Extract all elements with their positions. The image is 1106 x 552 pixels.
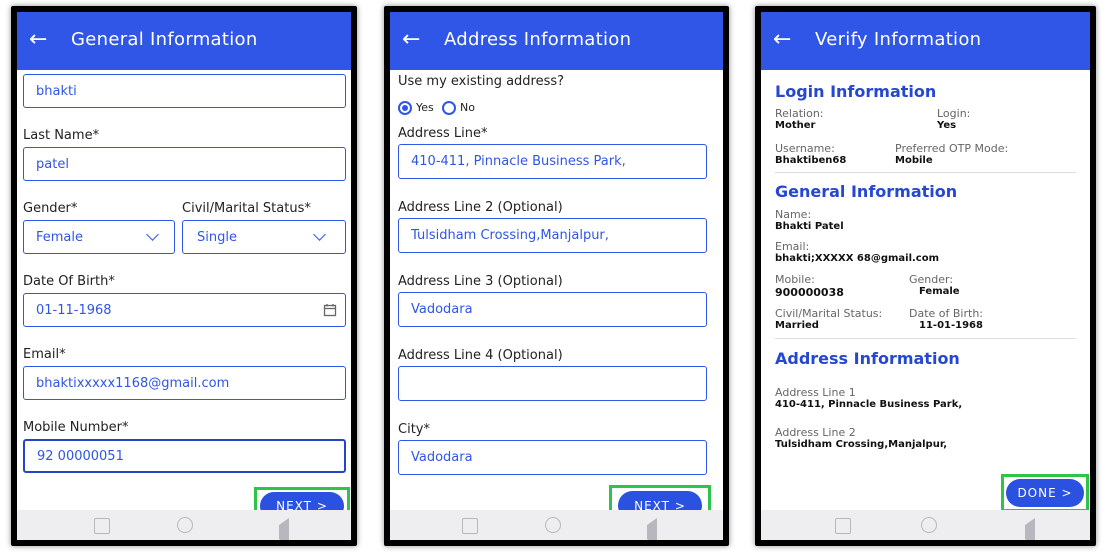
mobile-value: 900000038 <box>775 286 844 299</box>
email-value: bhakti;XXXXX 68@gmail.com <box>775 253 940 264</box>
android-nav-bar <box>17 510 351 540</box>
back-arrow-icon[interactable]: ← <box>402 26 420 54</box>
address-line-3-label: Address Line 3 (Optional) <box>398 274 563 289</box>
last-name-field[interactable]: patel <box>23 147 346 181</box>
gender-value: Female <box>36 229 84 245</box>
mobile-key: Mobile: <box>775 273 815 286</box>
address-line-3-field[interactable]: Vadodara <box>398 292 707 327</box>
gender-key: Gender: <box>909 273 954 286</box>
section-divider <box>775 338 1076 339</box>
dob-key: Date of Birth: <box>909 307 984 320</box>
recent-apps-square-icon[interactable] <box>835 518 851 534</box>
screen-title: Verify Information <box>815 29 982 50</box>
done-button[interactable]: DONE > <box>1006 479 1084 507</box>
relation-value: Mother <box>775 120 816 131</box>
email-field[interactable]: bhaktixxxxx1168@gmail.com <box>23 366 346 400</box>
last-name-label: Last Name* <box>23 128 100 143</box>
address-line-1-label: Address Line* <box>398 126 488 141</box>
back-triangle-icon[interactable] <box>1011 518 1035 540</box>
name-key: Name: <box>775 208 812 221</box>
relation-key: Relation: <box>775 107 824 120</box>
address-line-2-field[interactable]: Tulsidham Crossing,Manjalpur, <box>398 218 707 253</box>
mobile-label: Mobile Number* <box>23 420 129 435</box>
app-bar: ← Address Information <box>390 12 723 70</box>
dob-field[interactable]: 01-11-1968 <box>23 293 346 327</box>
login-key: Login: <box>937 107 971 120</box>
address-info-heading: Address Information <box>775 349 960 368</box>
civil-status-value: Married <box>775 320 819 331</box>
login-info-heading: Login Information <box>775 82 937 101</box>
screen-general-information: ← General Information bhakti Last Name* … <box>17 12 351 540</box>
gender-label: Gender* <box>23 201 78 216</box>
name-value: Bhakti Patel <box>775 221 844 232</box>
yes-radio[interactable] <box>398 101 412 115</box>
phone-general-information: ← General Information bhakti Last Name* … <box>11 6 357 546</box>
address-line-4-field[interactable] <box>398 366 707 401</box>
civil-status-value: Single <box>197 229 237 245</box>
screen-address-information: ← Address Information Use my existing ad… <box>390 12 723 540</box>
no-radio-label: No <box>460 101 475 114</box>
screen-verify-information: ← Verify Information Login Information R… <box>761 12 1090 540</box>
summary-content: Login Information Relation: Mother Login… <box>761 70 1090 512</box>
city-field[interactable]: Vadodara <box>398 440 707 475</box>
screen-title: Address Information <box>444 29 632 50</box>
address-line-1-key: Address Line 1 <box>775 386 856 399</box>
email-key: Email: <box>775 240 810 253</box>
existing-address-question: Use my existing address? <box>398 74 565 89</box>
app-bar: ← Verify Information <box>761 12 1090 70</box>
home-circle-icon[interactable] <box>921 517 937 533</box>
chevron-down-icon <box>146 228 159 241</box>
dob-label: Date Of Birth* <box>23 274 115 289</box>
calendar-icon[interactable] <box>323 303 337 317</box>
address-line-2-label: Address Line 2 (Optional) <box>398 200 563 215</box>
android-nav-bar <box>761 510 1090 540</box>
back-triangle-icon[interactable] <box>633 518 657 540</box>
address-line-2-key: Address Line 2 <box>775 426 856 439</box>
first-name-field[interactable]: bhakti <box>23 74 346 108</box>
form-content: bhakti Last Name* patel Gender* Civil/Ma… <box>17 70 351 525</box>
dob-value: 01-11-1968 <box>36 302 112 318</box>
city-label: City* <box>398 422 430 437</box>
general-info-heading: General Information <box>775 182 958 201</box>
app-bar: ← General Information <box>17 12 351 70</box>
address-line-1-field[interactable]: 410-411, Pinnacle Business Park, <box>398 144 707 179</box>
home-circle-icon[interactable] <box>177 517 193 533</box>
recent-apps-square-icon[interactable] <box>94 518 110 534</box>
section-divider <box>775 172 1076 173</box>
address-line-2-value: Tulsidham Crossing,Manjalpur, <box>775 439 948 450</box>
gender-dropdown[interactable]: Female <box>23 220 175 254</box>
civil-status-key: Civil/Marital Status: <box>775 307 883 320</box>
phone-address-information: ← Address Information Use my existing ad… <box>384 6 729 546</box>
chevron-down-icon <box>313 228 326 241</box>
username-key: Username: <box>775 142 835 155</box>
back-triangle-icon[interactable] <box>265 518 289 540</box>
address-line-4-label: Address Line 4 (Optional) <box>398 348 563 363</box>
yes-radio-label: Yes <box>416 101 434 114</box>
otp-mode-key: Preferred OTP Mode: <box>895 142 1009 155</box>
otp-mode-value: Mobile <box>895 155 933 166</box>
civil-status-dropdown[interactable]: Single <box>182 220 346 254</box>
address-line-1-value: 410-411, Pinnacle Business Park, <box>775 399 963 410</box>
form-content: Use my existing address? Yes No Address … <box>390 70 723 527</box>
back-arrow-icon[interactable]: ← <box>29 26 47 54</box>
screen-title: General Information <box>71 29 258 50</box>
home-circle-icon[interactable] <box>545 517 561 533</box>
civil-status-label: Civil/Marital Status* <box>182 201 311 216</box>
dob-value: 11-01-1968 <box>919 320 983 331</box>
phone-verify-information: ← Verify Information Login Information R… <box>755 6 1096 546</box>
login-value: Yes <box>937 120 957 131</box>
mobile-field[interactable]: 92 00000051 <box>23 439 346 473</box>
back-arrow-icon[interactable]: ← <box>773 26 791 54</box>
email-label: Email* <box>23 347 66 362</box>
android-nav-bar <box>390 510 723 540</box>
gender-value: Female <box>919 286 960 297</box>
no-radio[interactable] <box>442 101 456 115</box>
recent-apps-square-icon[interactable] <box>462 518 478 534</box>
username-value: Bhaktiben68 <box>775 155 847 166</box>
